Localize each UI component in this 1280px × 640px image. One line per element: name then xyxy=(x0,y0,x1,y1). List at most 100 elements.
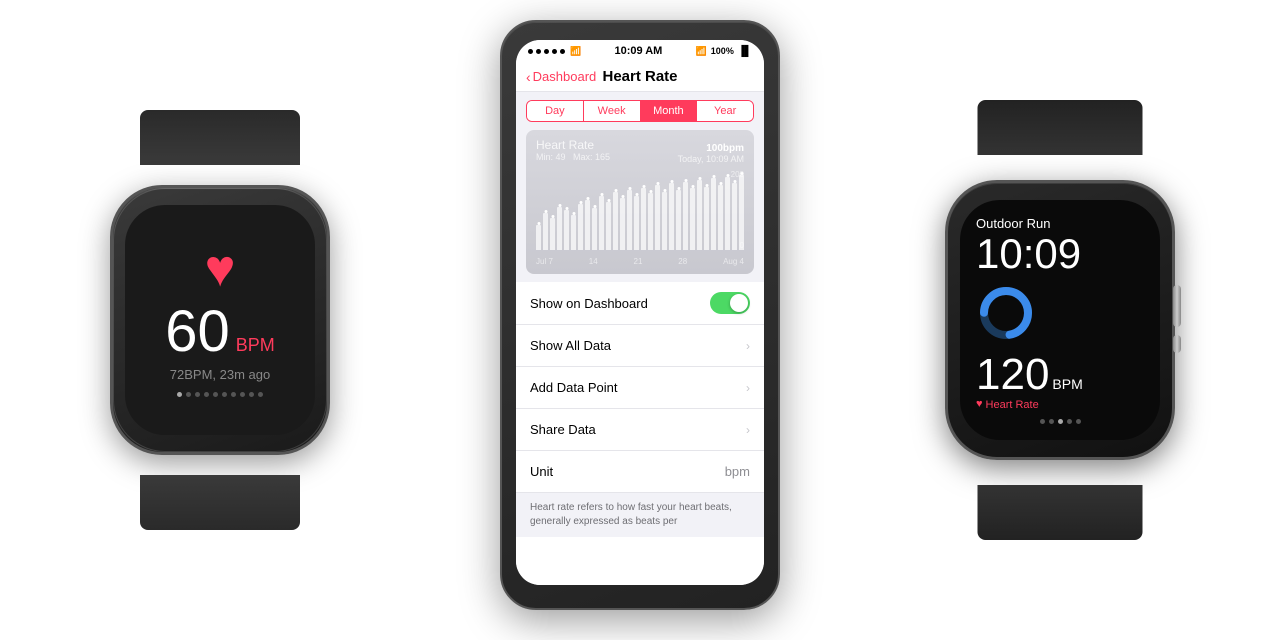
tab-year[interactable]: Year xyxy=(697,101,753,121)
bpm-label-left: BPM xyxy=(236,335,275,356)
add-data-chevron-icon: › xyxy=(746,381,750,395)
watch-crown-left xyxy=(328,300,330,340)
band-top-right xyxy=(978,100,1143,155)
chart-bar-dot-12 xyxy=(621,195,624,198)
chart-bar-22 xyxy=(690,188,695,250)
watch-dots-left xyxy=(177,392,263,397)
chart-x-labels: Jul 7 14 21 28 Aug 4 xyxy=(536,257,744,266)
chart-bar-dot-0 xyxy=(537,222,540,225)
watch-body-right: Outdoor Run 10:09 120 BPM xyxy=(945,180,1175,460)
tab-month[interactable]: Month xyxy=(641,101,698,121)
chart-bar-4 xyxy=(564,210,569,250)
watch-dot-5 xyxy=(222,392,227,397)
list-item-add-data[interactable]: Add Data Point › xyxy=(516,367,764,409)
chart-bar-dot-29 xyxy=(740,172,743,175)
chart-minmax: Min: 49 Max: 165 xyxy=(536,152,610,162)
list-item-share[interactable]: Share Data › xyxy=(516,409,764,451)
chart-area: 200 0 xyxy=(536,170,744,255)
chart-bar-dot-7 xyxy=(586,197,589,200)
status-signal: 📶 xyxy=(528,46,581,57)
tab-day[interactable]: Day xyxy=(527,101,584,121)
status-bar: 📶 10:09 AM 📶 100% ▐▌ xyxy=(516,40,764,62)
dashboard-toggle[interactable] xyxy=(710,292,750,314)
chart-bar-dot-11 xyxy=(614,189,617,192)
chart-bar-dot-20 xyxy=(677,187,680,190)
chart-bar-5 xyxy=(571,215,576,250)
wifi-icon: 📶 xyxy=(570,46,581,57)
nav-title: Heart Rate xyxy=(602,68,677,85)
battery-label: 100% xyxy=(711,46,734,56)
tab-week[interactable]: Week xyxy=(584,101,641,121)
watch-dot-3 xyxy=(204,392,209,397)
unit-right: bpm xyxy=(725,464,750,479)
watch-dot-0 xyxy=(177,392,182,397)
chart-x-21: 21 xyxy=(634,257,643,266)
watch-left: ♥ 60 BPM 72BPM, 23m ago xyxy=(80,155,360,485)
chart-bar-14 xyxy=(634,196,639,250)
bpm-number-right: 120 xyxy=(976,353,1049,397)
chart-bar-dot-25 xyxy=(712,175,715,178)
chart-bar-dot-18 xyxy=(663,189,666,192)
activity-ring-area xyxy=(976,283,1144,343)
list-item-dashboard: Show on Dashboard xyxy=(516,282,764,325)
chart-bar-dot-15 xyxy=(642,185,645,188)
band-bottom-left xyxy=(140,475,300,530)
chart-bars xyxy=(536,170,744,250)
dashboard-label: Show on Dashboard xyxy=(530,296,648,311)
outdoor-run-label: Outdoor Run xyxy=(976,216,1050,231)
chart-bar-27 xyxy=(725,177,730,250)
watch-dot-r4 xyxy=(1076,419,1081,424)
chart-bar-dot-1 xyxy=(544,210,547,213)
watch-screen-left: ♥ 60 BPM 72BPM, 23m ago xyxy=(125,205,315,435)
status-time: 10:09 AM xyxy=(614,45,662,57)
watch-dot-8 xyxy=(249,392,254,397)
chart-bar-dot-17 xyxy=(656,182,659,185)
chart-bar-1 xyxy=(543,213,548,251)
watch-crown-right-small xyxy=(1173,335,1181,353)
chart-value-info: 100bpm Today, 10:09 AM xyxy=(678,138,744,164)
chart-bar-0 xyxy=(536,225,541,250)
chart-bar-19 xyxy=(669,183,674,250)
watch-dots-right xyxy=(976,419,1144,424)
chart-bar-dot-3 xyxy=(558,204,561,207)
watch-time-right: 10:09 xyxy=(976,233,1081,275)
list-item-all-data[interactable]: Show All Data › xyxy=(516,325,764,367)
chart-bar-dot-23 xyxy=(698,177,701,180)
chart-bar-21 xyxy=(683,182,688,250)
chart-bar-29 xyxy=(739,175,744,250)
back-button[interactable]: ‹ Dashboard xyxy=(526,69,596,85)
signal-dot-2 xyxy=(536,49,541,54)
watch-right: Outdoor Run 10:09 120 BPM xyxy=(920,145,1200,495)
chart-bar-10 xyxy=(606,202,611,250)
iphone-screen: 📶 10:09 AM 📶 100% ▐▌ ‹ Dashboard He xyxy=(516,40,764,585)
chart-bar-17 xyxy=(655,185,660,250)
list-section: Show on Dashboard Show All Data › xyxy=(516,282,764,585)
chart-date: Today, 10:09 AM xyxy=(678,154,744,164)
chart-bar-16 xyxy=(648,193,653,250)
all-data-right: › xyxy=(746,339,750,353)
watch-dot-4 xyxy=(213,392,218,397)
chart-bar-dot-26 xyxy=(719,182,722,185)
watch-dot-r0 xyxy=(1040,419,1045,424)
chart-bar-dot-9 xyxy=(600,193,603,196)
chart-container: Heart Rate Min: 49 Max: 165 100bpm xyxy=(526,130,754,274)
chart-bar-9 xyxy=(599,196,604,250)
chart-bar-dot-21 xyxy=(684,179,687,182)
heart-icon-left: ♥ xyxy=(205,243,236,295)
chart-bar-3 xyxy=(557,207,562,250)
chart-bar-dot-13 xyxy=(628,187,631,190)
nav-bar: ‹ Dashboard Heart Rate xyxy=(516,62,764,92)
chart-bar-12 xyxy=(620,198,625,250)
bpm-unit-right: BPM xyxy=(1052,372,1082,397)
signal-dot-3 xyxy=(544,49,549,54)
chart-bar-dot-2 xyxy=(551,215,554,218)
chart-bar-dot-8 xyxy=(593,205,596,208)
chart-x-28: 28 xyxy=(678,257,687,266)
watch-crown-left-small xyxy=(328,346,330,364)
chart-bar-15 xyxy=(641,188,646,251)
chart-bar-26 xyxy=(718,185,723,250)
watch-dot-r1 xyxy=(1049,419,1054,424)
iphone-body: 📶 10:09 AM 📶 100% ▐▌ ‹ Dashboard He xyxy=(500,20,780,610)
chart-bar-dot-24 xyxy=(705,184,708,187)
add-data-label: Add Data Point xyxy=(530,380,617,395)
